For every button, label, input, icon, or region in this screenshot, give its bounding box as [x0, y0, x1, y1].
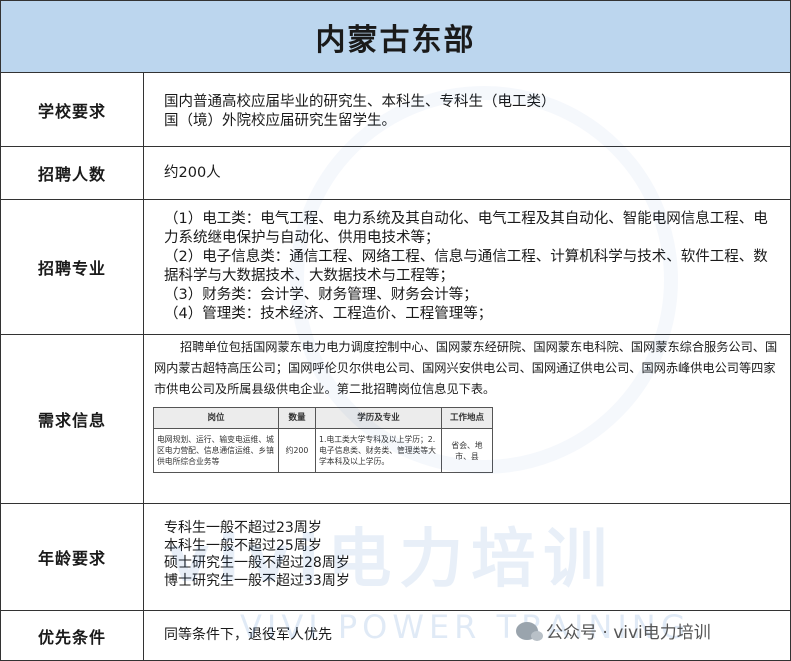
row-label: 年龄要求 — [1, 504, 144, 610]
wechat-icon — [516, 621, 543, 641]
count-cell: 约200 — [278, 428, 316, 473]
page-title: 内蒙古东部 — [1, 1, 790, 73]
table-header-cell: 岗位 — [153, 407, 279, 429]
row-label: 招聘专业 — [1, 200, 144, 334]
row-label: 学校要求 — [1, 73, 144, 146]
row-label: 需求信息 — [1, 335, 144, 503]
table-header-cell: 数量 — [278, 407, 316, 429]
watermark-arc — [290, 86, 678, 474]
row-label: 招聘人数 — [1, 147, 144, 199]
watermark-text: vivi电力培训 — [168, 523, 616, 597]
wechat-brand-watermark: 公众号 · vivi电力培训 — [516, 618, 711, 643]
position-cell: 电网规划、运行、输变电运维、城区电力营配、信息通信运维、乡镇供电所综合业务等 — [153, 428, 279, 473]
brand-text: 公众号 · vivi电力培训 — [546, 623, 711, 643]
row-label: 优先条件 — [1, 611, 144, 660]
